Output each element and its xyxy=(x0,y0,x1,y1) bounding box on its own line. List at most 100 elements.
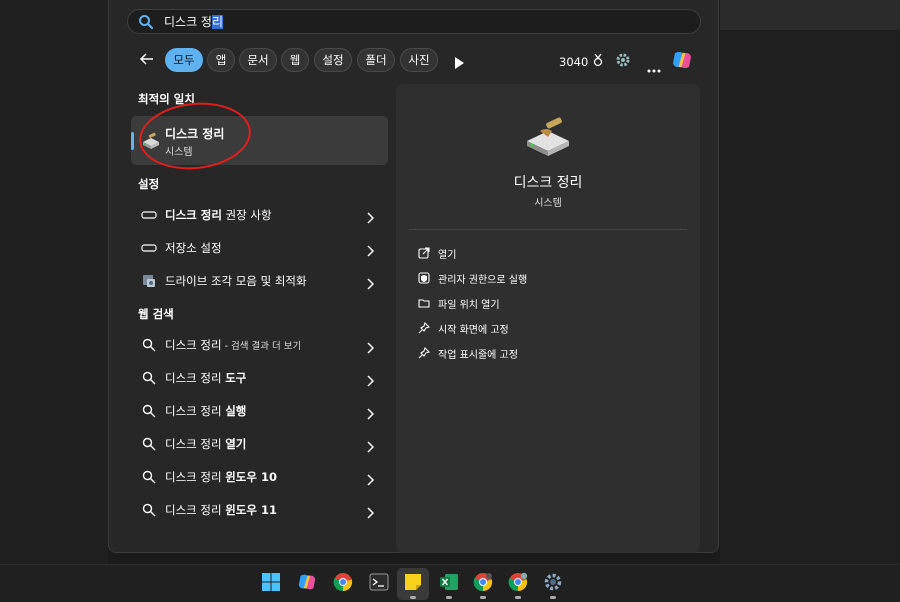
web-result-text: 디스크 정리 xyxy=(165,338,222,352)
preview-subtitle: 시스템 xyxy=(534,198,562,209)
terminal-icon xyxy=(369,573,389,595)
start-search-panel: 디스크 정리 모두 앱 문서 웹 설정 폴더 사진 3040 최적의 일치 디스… xyxy=(108,0,719,553)
filter-chip-settings[interactable]: 설정 xyxy=(314,48,352,72)
taskbar-sticky-notes[interactable] xyxy=(397,568,429,600)
chevron-right-icon xyxy=(366,438,375,453)
running-indicator xyxy=(446,596,452,599)
taskbar-terminal[interactable] xyxy=(363,568,395,600)
running-indicator xyxy=(480,596,486,599)
chrome-icon xyxy=(333,572,353,596)
taskbar-excel[interactable] xyxy=(433,568,465,600)
running-indicator xyxy=(515,596,521,599)
web-result-bold: 열기 xyxy=(225,437,247,451)
filter-chip-web[interactable]: 웹 xyxy=(281,48,309,72)
chevron-right-icon xyxy=(366,275,375,290)
preview-divider xyxy=(409,229,687,230)
list-item-text: 권장 사항 xyxy=(221,208,272,222)
web-result-text: 디스크 정리 xyxy=(165,470,226,484)
desktop-background-right xyxy=(720,30,900,564)
selection-indicator xyxy=(131,132,134,150)
chevron-right-icon xyxy=(366,209,375,224)
running-indicator xyxy=(550,596,556,599)
start-button[interactable] xyxy=(255,568,287,600)
admin-shield-icon xyxy=(418,272,430,284)
preview-pane: 디스크 정리 시스템 열기 관리자 권한으로 실행 파일 위치 열기 시작 화면… xyxy=(396,84,700,553)
disk-cleanup-large-icon xyxy=(524,117,572,157)
web-result-item[interactable]: 디스크 정리 도구 xyxy=(131,363,388,393)
chrome-profile-icon xyxy=(473,572,493,596)
search-input[interactable]: 디스크 정리 xyxy=(164,13,224,30)
action-open[interactable]: 열기 xyxy=(418,244,456,262)
chevron-right-icon xyxy=(366,372,375,387)
window-titlebar-strip xyxy=(720,0,900,30)
section-label-settings: 설정 xyxy=(138,177,160,191)
action-pin-to-taskbar[interactable]: 작업 표시줄에 고정 xyxy=(418,344,518,362)
desktop-background xyxy=(0,0,108,564)
list-item-bold: 디스크 정리 xyxy=(165,208,222,222)
preview-title: 디스크 정리 xyxy=(513,175,583,191)
copilot-icon xyxy=(297,572,317,596)
web-result-item[interactable]: 디스크 정리 - 검색 결과 더 보기 xyxy=(131,330,388,360)
chevron-right-icon xyxy=(366,471,375,486)
action-label: 관리자 권한으로 실행 xyxy=(438,274,528,286)
taskbar-chrome-profile[interactable] xyxy=(467,568,499,600)
filter-chip-apps[interactable]: 앱 xyxy=(207,48,235,72)
filter-chip-photos[interactable]: 사진 xyxy=(400,48,438,72)
action-label: 작업 표시줄에 고정 xyxy=(438,349,518,361)
search-box[interactable]: 디스크 정리 xyxy=(127,9,701,34)
search-icon xyxy=(141,502,157,518)
filter-chip-all[interactable]: 모두 xyxy=(165,48,203,72)
settings-item-defragment[interactable]: 드라이브 조각 모음 및 최적화 xyxy=(131,266,388,296)
taskbar-copilot[interactable] xyxy=(291,568,323,600)
pin-icon xyxy=(418,322,430,334)
action-pin-to-start[interactable]: 시작 화면에 고정 xyxy=(418,319,509,337)
filter-chip-folders[interactable]: 폴더 xyxy=(357,48,395,72)
web-result-text: 디스크 정리 xyxy=(165,404,226,418)
settings-icon xyxy=(543,572,563,596)
filter-chip-documents[interactable]: 문서 xyxy=(239,48,277,72)
chrome-profile-2-icon xyxy=(508,572,528,596)
web-result-item[interactable]: 디스크 정리 윈도우 10 xyxy=(131,462,388,492)
more-options-icon[interactable] xyxy=(647,58,661,77)
search-selected-text: 리 xyxy=(211,15,224,29)
defrag-icon xyxy=(141,273,157,289)
web-result-bold: 도구 xyxy=(225,371,247,385)
sticky-notes-icon xyxy=(403,572,423,596)
web-result-bold: 실행 xyxy=(225,404,247,418)
more-filters-play-icon[interactable] xyxy=(454,54,464,69)
action-label: 파일 위치 열기 xyxy=(438,299,500,311)
web-result-text: 디스크 정리 xyxy=(165,503,226,517)
copilot-icon[interactable] xyxy=(671,49,693,75)
excel-icon xyxy=(439,572,459,596)
action-run-as-admin[interactable]: 관리자 권한으로 실행 xyxy=(418,269,527,287)
web-result-text: 디스크 정리 xyxy=(165,437,226,451)
taskbar xyxy=(0,564,900,602)
web-result-item[interactable]: 디스크 정리 실행 xyxy=(131,396,388,426)
back-arrow-icon[interactable] xyxy=(137,49,157,69)
section-label-web-search: 웹 검색 xyxy=(138,307,174,321)
taskbar-chrome-profile-2[interactable] xyxy=(502,568,534,600)
search-icon xyxy=(141,337,157,353)
running-indicator xyxy=(410,596,416,599)
web-result-bold: 윈도우 11 xyxy=(225,503,277,517)
taskbar-settings[interactable] xyxy=(537,568,569,600)
web-result-item[interactable]: 디스크 정리 열기 xyxy=(131,429,388,459)
settings-item-storage-settings[interactable]: 저장소 설정 xyxy=(131,233,388,263)
settings-item-disk-cleanup-recommendations[interactable]: 디스크 정리 권장 사항 xyxy=(131,200,388,230)
search-icon xyxy=(138,14,154,30)
chevron-right-icon xyxy=(366,339,375,354)
start-icon xyxy=(261,572,281,596)
action-open-file-location[interactable]: 파일 위치 열기 xyxy=(418,294,500,312)
profile-settings-icon[interactable] xyxy=(615,52,631,72)
rewards-points[interactable]: 3040 xyxy=(559,53,604,70)
chevron-right-icon xyxy=(366,405,375,420)
folder-icon xyxy=(418,297,430,309)
storage-drive-icon xyxy=(141,240,157,256)
action-label: 열기 xyxy=(438,249,457,261)
taskbar-chrome[interactable] xyxy=(327,568,359,600)
search-icon xyxy=(141,469,157,485)
web-result-item[interactable]: 디스크 정리 윈도우 11 xyxy=(131,495,388,525)
action-label: 시작 화면에 고정 xyxy=(438,324,509,336)
rewards-points-value: 3040 xyxy=(559,54,589,69)
web-result-note: - 검색 결과 더 보기 xyxy=(221,341,302,352)
